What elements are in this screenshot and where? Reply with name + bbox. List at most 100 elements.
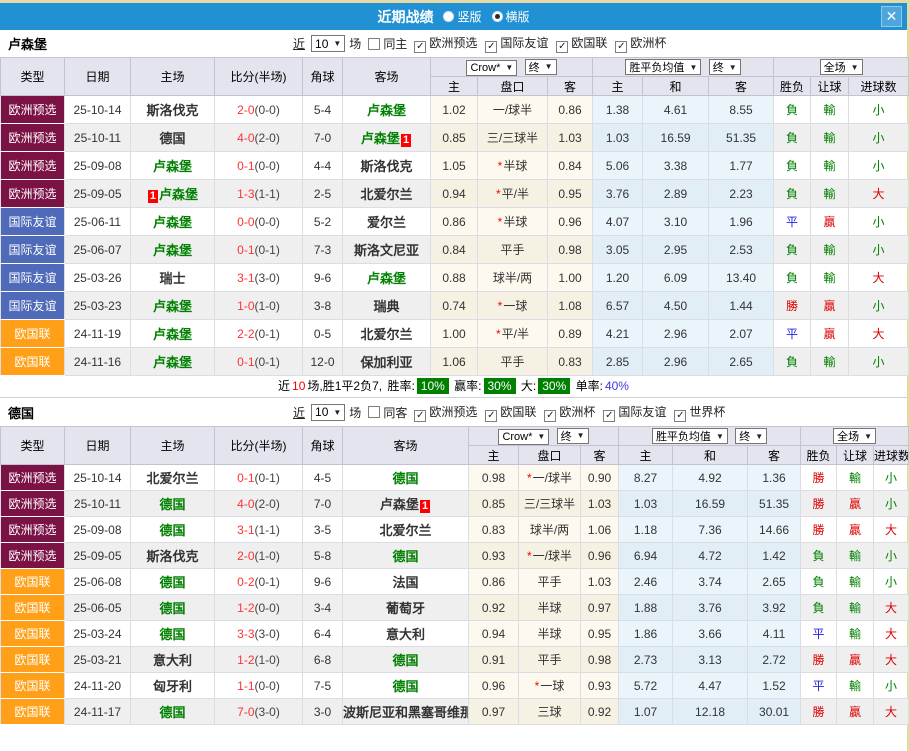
- league-checkbox[interactable]: ✓: [615, 41, 627, 53]
- scope-select[interactable]: 全场▼: [833, 428, 876, 444]
- league-checkbox[interactable]: ✓: [603, 410, 615, 422]
- league-checkbox[interactable]: ✓: [674, 410, 686, 422]
- avg-odds-home: 4.21: [593, 320, 643, 348]
- team-text: 卢森堡: [153, 159, 192, 174]
- home-team: 斯洛伐克: [131, 543, 215, 569]
- games-count-select[interactable]: 10▼: [311, 404, 345, 421]
- corner-score: 5-8: [303, 543, 343, 569]
- team-text: 德国: [159, 705, 185, 720]
- avg-odds-draw: 16.59: [673, 491, 748, 517]
- bookmaker-select[interactable]: Crow*▼: [466, 60, 517, 76]
- corner-score: 7-0: [303, 491, 343, 517]
- home-team: 德国: [131, 621, 215, 647]
- handicap-text: 一/球半: [493, 103, 532, 117]
- home-team: 卢森堡: [131, 208, 215, 236]
- avg-odds-away: 3.92: [748, 595, 801, 621]
- match-date: 25-10-14: [65, 465, 131, 491]
- avg-odds-select[interactable]: 胜平负均值▼: [625, 59, 701, 75]
- full-score: 0-0: [237, 215, 254, 229]
- score-cell: 0-1(0-0): [215, 152, 303, 180]
- home-team: 德国: [131, 595, 215, 621]
- match-date: 25-10-11: [65, 124, 131, 152]
- bookmaker-select[interactable]: Crow*▼: [498, 429, 549, 445]
- team-text: 德国: [392, 549, 418, 564]
- team-text: 斯洛伐克: [146, 103, 198, 118]
- home-team: 北爱尔兰: [131, 465, 215, 491]
- result-handicap: 輸: [811, 124, 849, 152]
- score-cell: 3-1(1-1): [215, 517, 303, 543]
- match-type-badge: 欧国联: [1, 699, 65, 725]
- near-label: 近: [293, 404, 305, 421]
- team-text: 德国: [159, 601, 185, 616]
- handicap-line: *半球: [478, 152, 548, 180]
- handicap-odds-home: 1.00: [431, 320, 478, 348]
- scope-select[interactable]: 全场▼: [820, 59, 863, 75]
- avg-odds-away: 30.01: [748, 699, 801, 725]
- horizontal-layout-radio[interactable]: [492, 11, 503, 22]
- full-score: 0-1: [237, 243, 254, 257]
- section-header-team2: 德国 近 10▼ 场 同客 ✓欧洲预选✓欧国联✓欧洲杯✓国际友谊✓世界杯: [0, 397, 907, 426]
- match-row: 欧洲预选25-10-11德国4-0(2-0)7-0卢森堡10.85三/三球半1.…: [1, 491, 909, 517]
- avg-odds-home: 1.88: [619, 595, 673, 621]
- team-text: 斯洛伐克: [360, 159, 412, 174]
- same-away-checkbox[interactable]: [368, 406, 380, 418]
- result-handicap: 輸: [837, 465, 874, 491]
- result-goals: 大: [874, 595, 909, 621]
- match-type-badge: 欧洲预选: [1, 465, 65, 491]
- home-team: 卢森堡: [131, 320, 215, 348]
- vertical-layout-label[interactable]: 竖版: [457, 8, 481, 25]
- league-checkbox[interactable]: ✓: [414, 410, 426, 422]
- same-home-checkbox[interactable]: [368, 38, 380, 50]
- match-type-badge: 欧洲预选: [1, 96, 65, 124]
- results-table-team2: 类型 日期 主场 比分(半场) 角球 客场 Crow*▼ 终▼ 胜平负均值▼ 终…: [0, 426, 909, 725]
- league-checkbox[interactable]: ✓: [414, 41, 426, 53]
- horizontal-layout-label[interactable]: 横版: [506, 8, 530, 25]
- match-type-badge: 欧国联: [1, 348, 65, 376]
- match-row: 欧洲预选25-10-14北爱尔兰0-1(0-1)4-5德国0.98*一/球半0.…: [1, 465, 909, 491]
- close-button[interactable]: ✕: [881, 6, 902, 27]
- half-score: (3-0): [255, 627, 280, 641]
- avg-odds-home: 6.94: [619, 543, 673, 569]
- team-text: 德国: [392, 653, 418, 668]
- result-goals: 小: [874, 543, 909, 569]
- result-goals: 小: [849, 348, 909, 376]
- col-header-avg-home: 主: [619, 446, 673, 465]
- handicap-line: 三球: [519, 699, 581, 725]
- team-text: 卢森堡: [361, 131, 400, 146]
- odds-stage-select[interactable]: 终▼: [525, 59, 557, 75]
- result-handicap: 輸: [811, 236, 849, 264]
- col-header-score: 比分(半场): [215, 427, 303, 465]
- result-wdl: 負: [774, 180, 811, 208]
- match-type-badge: 欧国联: [1, 595, 65, 621]
- result-goals: 小: [874, 673, 909, 699]
- handicap-odds-home: 0.97: [469, 699, 519, 725]
- over-rate-label: 大:: [521, 379, 536, 393]
- result-goals: 大: [874, 517, 909, 543]
- chevron-down-icon: ▼: [755, 432, 763, 441]
- section-header-team1: 卢森堡 近 10▼ 场 同主 ✓欧洲预选✓国际友谊✓欧国联✓欧洲杯: [0, 30, 907, 57]
- result-wdl: 勝: [801, 491, 837, 517]
- avg-odds-away: 2.23: [709, 180, 774, 208]
- handicap-odds-away: 0.92: [581, 699, 619, 725]
- league-label: 欧洲预选: [429, 36, 477, 50]
- home-team: 德国: [131, 491, 215, 517]
- league-checkbox[interactable]: ✓: [544, 410, 556, 422]
- avg-stage-select[interactable]: 终▼: [709, 59, 741, 75]
- score-cell: 1-0(1-0): [215, 292, 303, 320]
- league-checkbox[interactable]: ✓: [556, 41, 568, 53]
- vertical-layout-radio[interactable]: [443, 11, 454, 22]
- avg-odds-select[interactable]: 胜平负均值▼: [652, 428, 728, 444]
- full-score: 1-3: [237, 187, 254, 201]
- league-checkbox[interactable]: ✓: [485, 410, 497, 422]
- odds-stage-select[interactable]: 终▼: [557, 428, 589, 444]
- handicap-odds-away: 0.98: [548, 236, 593, 264]
- handicap-odds-away: 0.95: [548, 180, 593, 208]
- avg-odds-home: 5.06: [593, 152, 643, 180]
- team-text: 意大利: [153, 653, 192, 668]
- league-checkbox[interactable]: ✓: [485, 41, 497, 53]
- games-count-select[interactable]: 10▼: [311, 35, 345, 52]
- avg-stage-select[interactable]: 终▼: [735, 428, 767, 444]
- avg-odds-away: 2.65: [709, 348, 774, 376]
- result-handicap: 輸: [811, 264, 849, 292]
- avg-odds-draw: 4.47: [673, 673, 748, 699]
